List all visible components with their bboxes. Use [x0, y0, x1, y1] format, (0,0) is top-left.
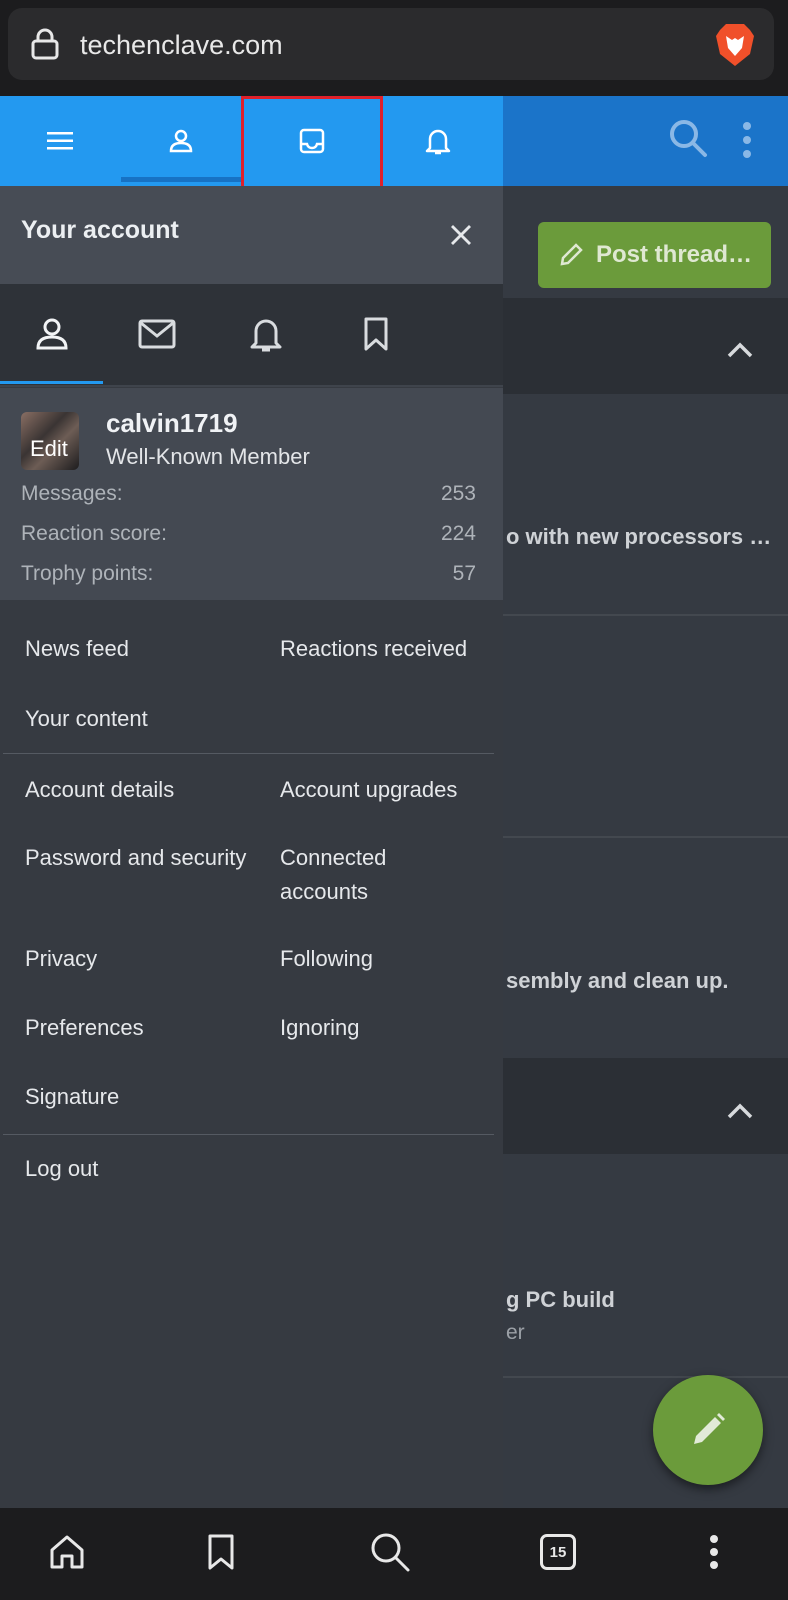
bookmark-icon — [208, 1534, 234, 1570]
tab-alerts[interactable] — [214, 284, 317, 384]
home-icon — [50, 1535, 84, 1569]
menu-password-security[interactable]: Password and security — [25, 841, 255, 875]
stat-messages: Messages: 253 — [21, 482, 476, 506]
menu-reactions-received[interactable]: Reactions received — [280, 632, 467, 666]
search-button[interactable] — [366, 1528, 414, 1576]
hamburger-icon — [47, 132, 73, 150]
stat-reaction-score: Reaction score: 224 — [21, 522, 476, 546]
menu-preferences[interactable]: Preferences — [25, 1011, 144, 1045]
bookmarks-button[interactable] — [197, 1528, 245, 1576]
divider — [0, 385, 503, 387]
menu-your-content[interactable]: Your content — [25, 702, 148, 736]
tab-count: 15 — [549, 1543, 567, 1561]
thread-snippet[interactable]: o with new processors … — [506, 524, 771, 550]
close-icon[interactable] — [448, 222, 474, 248]
stat-label: Messages: — [21, 482, 123, 505]
pencil-icon — [694, 1413, 725, 1444]
tab-account[interactable] — [121, 96, 241, 186]
bookmark-icon — [364, 317, 387, 351]
divider — [500, 614, 788, 616]
post-thread-button[interactable]: Post thread… — [538, 222, 771, 288]
divider — [3, 1134, 494, 1135]
stat-value: 224 — [440, 522, 476, 545]
highlight-box — [241, 96, 383, 196]
thread-snippet[interactable]: sembly and clean up. — [506, 968, 729, 994]
lock-icon — [31, 28, 59, 60]
avatar-edit-label[interactable]: Edit — [30, 436, 68, 462]
tab-bookmarks[interactable] — [324, 284, 427, 384]
search-icon — [371, 1533, 410, 1572]
user-title: Well-Known Member — [106, 444, 310, 469]
username[interactable]: calvin1719 — [106, 408, 238, 439]
home-button[interactable] — [43, 1528, 91, 1576]
tabs-button[interactable]: 15 — [534, 1528, 582, 1576]
brave-shield-icon[interactable] — [714, 22, 756, 68]
menu-log-out[interactable]: Log out — [25, 1152, 98, 1186]
browser-menu-button[interactable] — [690, 1528, 738, 1576]
more-vertical-icon[interactable] — [736, 120, 758, 160]
stat-value: 57 — [452, 562, 476, 585]
search-icon[interactable] — [668, 118, 708, 158]
thread-meta: er — [506, 1321, 525, 1344]
avatar[interactable]: Edit — [21, 412, 79, 470]
tabs-icon: 15 — [540, 1534, 576, 1570]
drawer-header: Your account — [0, 186, 503, 284]
divider — [500, 1376, 788, 1378]
tab-account-overview[interactable] — [0, 284, 103, 384]
user-icon — [169, 129, 193, 153]
url-text[interactable]: techenclave.com — [80, 30, 283, 61]
menu-news-feed[interactable]: News feed — [25, 632, 129, 666]
tab-menu[interactable] — [0, 96, 120, 186]
menu-privacy[interactable]: Privacy — [25, 942, 97, 976]
more-vertical-icon — [710, 1535, 718, 1569]
menu-signature[interactable]: Signature — [25, 1080, 119, 1114]
menu-connected-accounts[interactable]: Connected accounts — [280, 841, 410, 909]
new-post-fab[interactable] — [653, 1375, 763, 1485]
chevron-up-icon[interactable] — [725, 340, 755, 360]
stat-label: Reaction score: — [21, 522, 167, 545]
browser-bottom-nav: 15 — [0, 1508, 788, 1600]
bell-icon — [425, 129, 451, 155]
menu-account-upgrades[interactable]: Account upgrades — [280, 773, 457, 807]
stat-trophy-points: Trophy points: 57 — [21, 562, 476, 586]
chevron-up-icon[interactable] — [725, 1101, 755, 1121]
post-thread-label: Post thread… — [596, 241, 753, 268]
divider — [3, 753, 494, 754]
address-bar[interactable]: techenclave.com — [8, 8, 774, 80]
bell-icon — [250, 319, 281, 352]
menu-following[interactable]: Following — [280, 942, 373, 976]
account-tab-bar — [0, 284, 503, 386]
pencil-icon — [560, 243, 583, 266]
stat-value: 253 — [440, 482, 476, 505]
stat-label: Trophy points: — [21, 562, 154, 585]
account-drawer: Your account Edit calvin1719 Well-Known … — [0, 186, 503, 1508]
user-icon — [35, 318, 68, 350]
drawer-title: Your account — [21, 216, 179, 244]
menu-ignoring[interactable]: Ignoring — [280, 1011, 360, 1045]
thread-snippet[interactable]: g PC build — [506, 1287, 615, 1313]
tab-messages[interactable] — [105, 284, 208, 384]
profile-card: Edit calvin1719 Well-Known Member Messag… — [0, 388, 503, 600]
browser-toolbar: techenclave.com — [0, 0, 788, 96]
divider — [500, 836, 788, 838]
menu-account-details[interactable]: Account details — [25, 773, 174, 807]
mail-icon — [138, 319, 175, 349]
tab-alerts[interactable] — [378, 96, 498, 186]
